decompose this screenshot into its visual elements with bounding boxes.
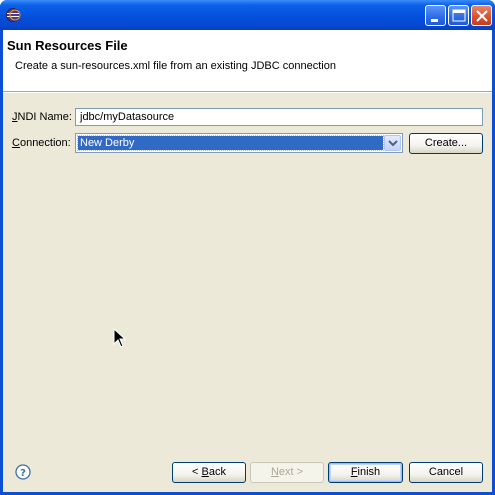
jndi-name-input[interactable]: jdbc/myDatasource <box>75 108 483 126</box>
jndi-name-label: JNDI Name: <box>12 111 72 123</box>
close-icon <box>476 10 488 22</box>
minimize-icon <box>431 19 438 22</box>
dialog-client-area: Sun Resources File Create a sun-resource… <box>3 30 492 492</box>
svg-text:?: ? <box>20 468 26 479</box>
connection-label: Connection: <box>12 137 71 149</box>
help-icon[interactable]: ? <box>15 464 31 480</box>
page-description: Create a sun-resources.xml file from an … <box>15 60 336 72</box>
eclipse-icon <box>5 7 21 23</box>
back-button[interactable]: < Back <box>172 462 246 483</box>
dropdown-button[interactable] <box>384 135 401 151</box>
header-divider <box>3 92 492 93</box>
connection-select[interactable]: New Derby <box>75 133 403 153</box>
maximize-button[interactable] <box>448 5 469 26</box>
page-title: Sun Resources File <box>7 38 128 53</box>
wizard-header: Sun Resources File Create a sun-resource… <box>3 30 492 92</box>
maximize-icon <box>452 9 466 22</box>
dialog-window: Sun Resources File Create a sun-resource… <box>0 0 495 495</box>
create-connection-button[interactable]: Create... <box>409 133 483 154</box>
finish-button[interactable]: Finish <box>328 462 403 483</box>
connection-selected-value: New Derby <box>77 135 384 151</box>
minimize-button[interactable] <box>425 5 446 26</box>
mouse-pointer-icon <box>113 328 127 348</box>
close-button[interactable] <box>471 5 492 26</box>
next-button[interactable]: Next > <box>250 462 324 483</box>
chevron-down-icon <box>388 140 398 147</box>
title-bar[interactable] <box>0 0 495 30</box>
cancel-button[interactable]: Cancel <box>409 462 483 483</box>
